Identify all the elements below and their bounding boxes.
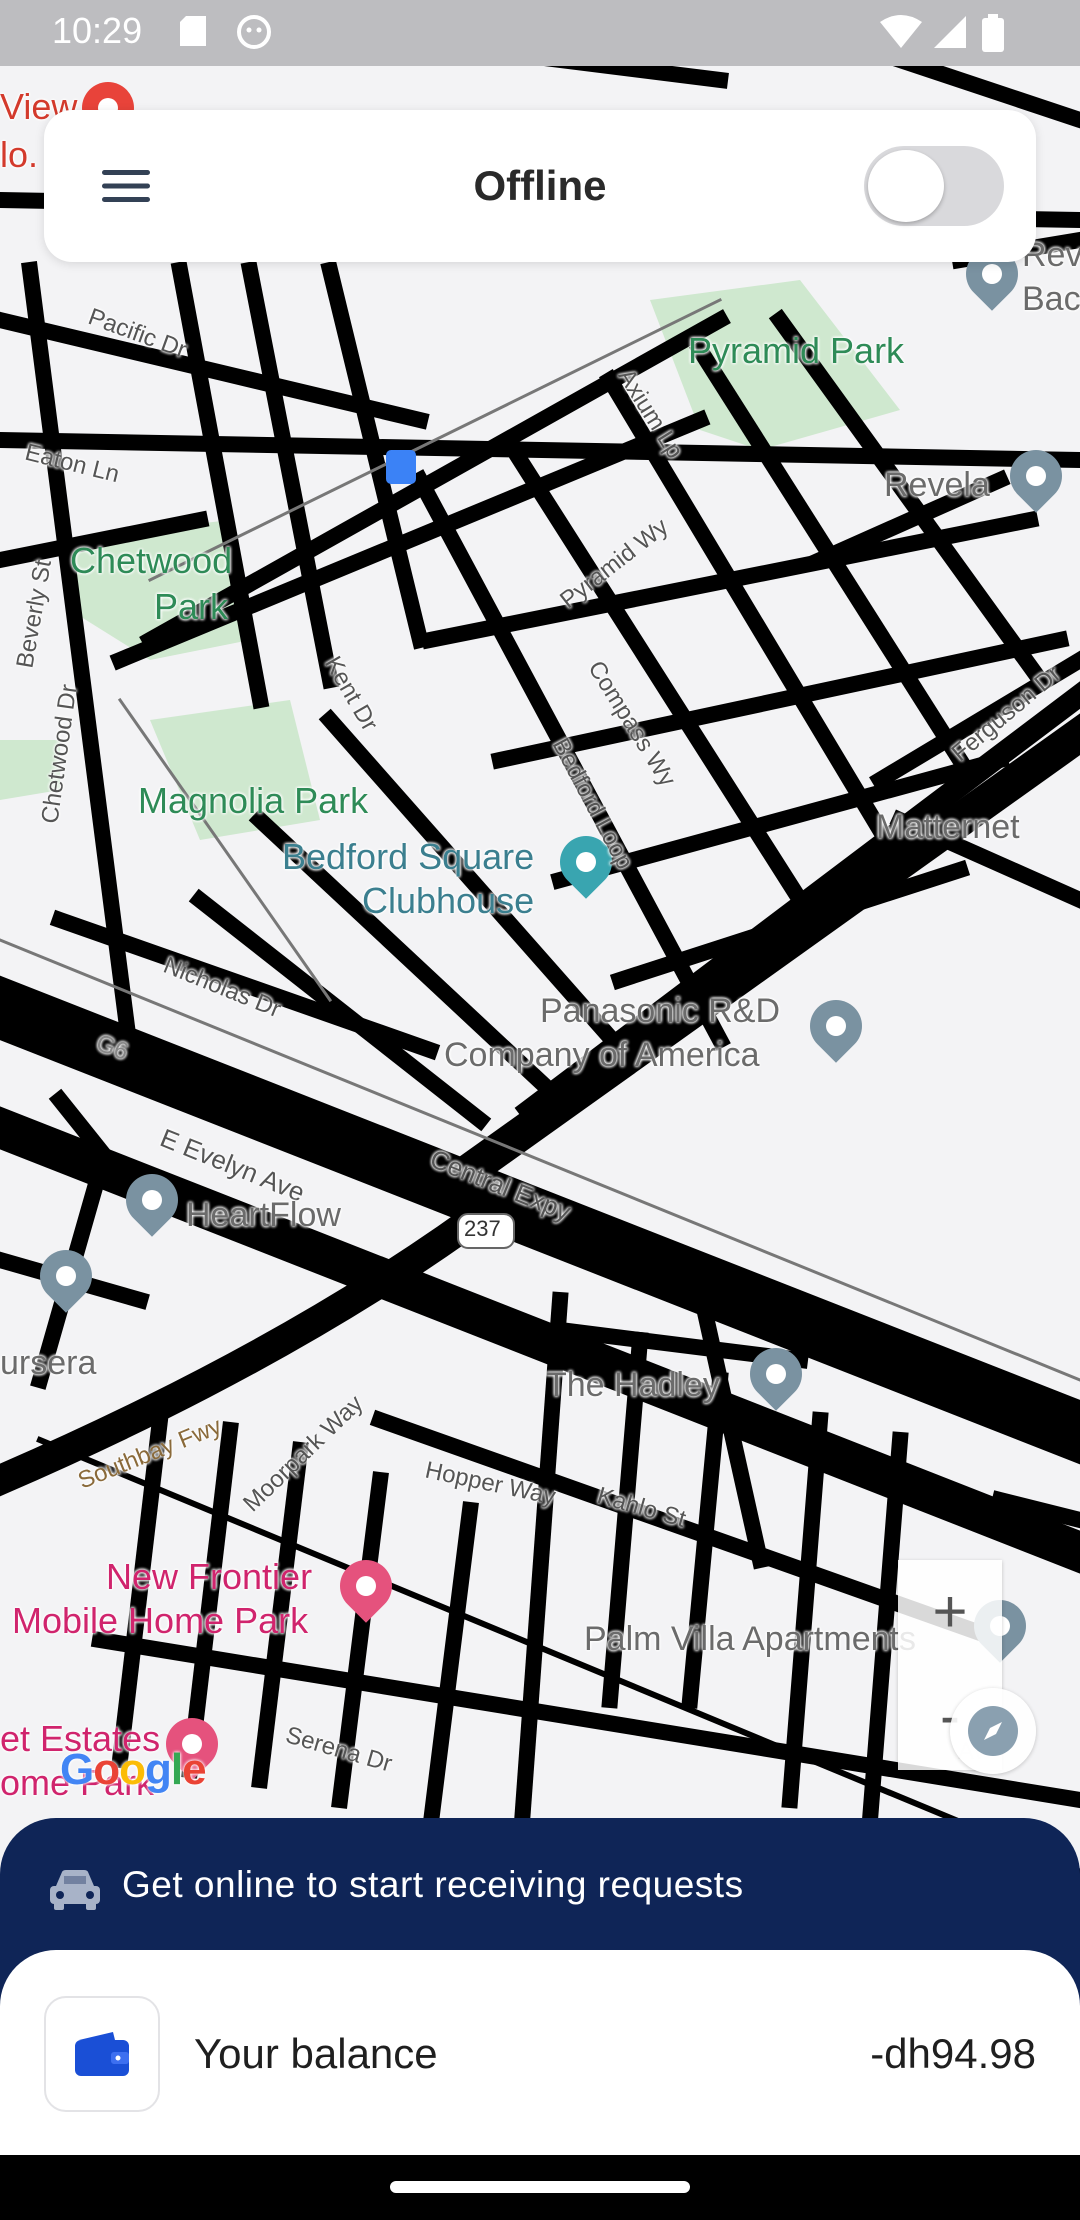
map-label: HeartFlow — [186, 1196, 341, 1234]
sd-card-icon — [180, 16, 206, 46]
transit-icon — [386, 450, 416, 484]
map-label: lo. — [0, 134, 39, 175]
online-toggle[interactable] — [864, 142, 1004, 230]
status-time: 10:29 — [52, 10, 143, 51]
navigation-bar — [0, 2155, 1080, 2220]
banner-text: Get online to start receiving requests — [122, 1864, 744, 1905]
home-indicator[interactable] — [390, 2181, 690, 2193]
map-label: Palm Villa Apartments — [584, 1620, 916, 1658]
car-icon — [50, 1870, 100, 1910]
map-label: Park — [154, 586, 229, 627]
android-robot-icon — [237, 15, 271, 49]
balance-card[interactable]: Your balance -dh94.98 — [0, 1950, 1080, 2155]
map-label: Pyramid Park — [688, 330, 905, 371]
toggle-knob — [868, 150, 944, 222]
map-label: Mobile Home Park — [12, 1600, 309, 1641]
map-label: Magnolia Park — [138, 780, 369, 821]
map-label: The Hadley — [546, 1366, 720, 1404]
screen: View lo. Pacific Dr Pyramid Park Axium L… — [0, 0, 1080, 2220]
compass-button[interactable] — [950, 1688, 1036, 1774]
status-bar: 10:29 — [0, 0, 1080, 66]
map-label: Chetwood — [70, 540, 233, 581]
route-number: 237 — [464, 1216, 501, 1241]
google-logo: Google — [60, 1745, 207, 1794]
wallet-icon — [75, 2032, 129, 2076]
map-label: New Frontier — [106, 1556, 313, 1597]
zoom-in-button[interactable]: + — [898, 1560, 1002, 1664]
top-status-card: Offline — [44, 110, 1036, 262]
map-label: ursera — [0, 1344, 97, 1382]
wifi-icon — [880, 15, 922, 48]
map-label: Revela — [884, 466, 990, 504]
signal-icon — [934, 16, 966, 48]
map-label: Clubhouse — [362, 880, 535, 921]
battery-icon — [982, 14, 1004, 52]
map-label: Matternet — [876, 808, 1020, 846]
compass-icon — [968, 1706, 1018, 1756]
map-label: Company of America — [444, 1036, 760, 1074]
balance-label: Your balance — [194, 2030, 438, 2077]
map-label: Bac — [1022, 280, 1080, 318]
map-label: Bedford Square — [282, 836, 535, 877]
wallet-icon-box — [44, 1996, 160, 2112]
balance-value: -dh94.98 — [870, 2030, 1036, 2077]
map-label: Panasonic R&D — [540, 992, 781, 1030]
